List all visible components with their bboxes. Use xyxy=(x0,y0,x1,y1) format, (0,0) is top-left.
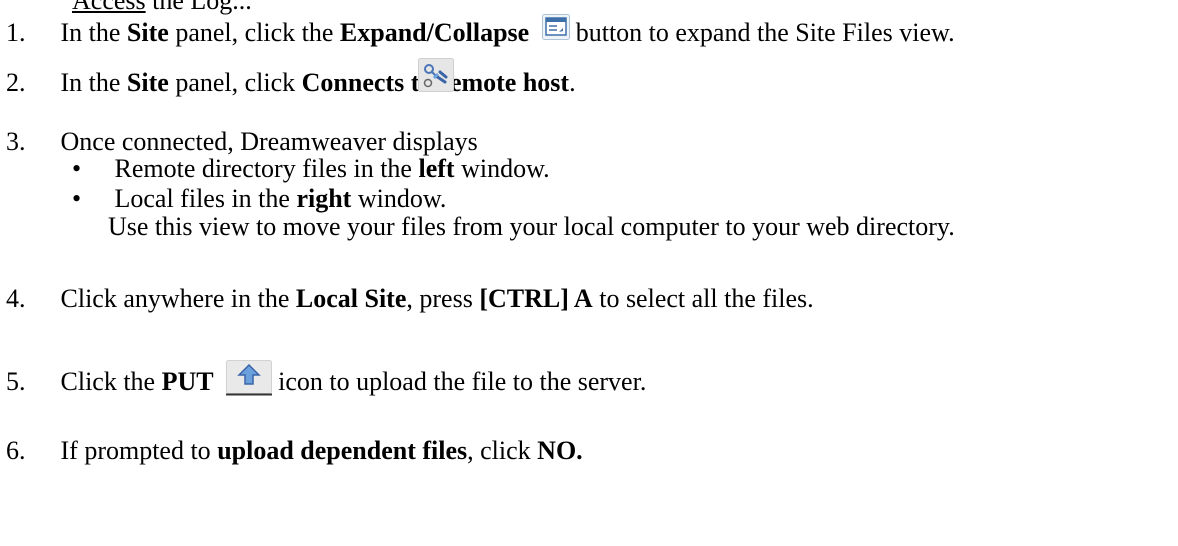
bullet-item: • Local files in the right window. xyxy=(72,184,447,213)
bullet-icon: • xyxy=(72,154,82,183)
step-1: 1. In the Site panel, click the Expand/C… xyxy=(6,14,955,48)
step-number: 4. xyxy=(6,284,26,313)
step-3-extra: Use this view to move your files from yo… xyxy=(108,212,955,241)
bullet-icon: • xyxy=(72,184,82,213)
put-upload-arrow-icon xyxy=(226,360,273,396)
step-3: 3. Once connected, Dreamweaver displays xyxy=(6,127,478,156)
header-fragment: Access the Log... xyxy=(72,0,252,16)
connect-plug-icon xyxy=(418,58,454,92)
step-6: 6. If prompted to upload dependent files… xyxy=(6,436,583,465)
bullet-item: • Remote directory files in the left win… xyxy=(72,154,550,183)
expand-collapse-icon xyxy=(541,14,570,41)
header-rest: the Log... xyxy=(152,0,252,15)
header-underlined: Access xyxy=(72,0,146,15)
step-4: 4. Click anywhere in the Local Site, pre… xyxy=(6,284,814,313)
step-number: 1. xyxy=(6,18,26,47)
step-number: 6. xyxy=(6,436,26,465)
step-number: 5. xyxy=(6,366,26,396)
step-number: 2. xyxy=(6,68,26,97)
step-5: 5. Click the PUT icon to upload the file… xyxy=(6,360,646,402)
step-number: 3. xyxy=(6,127,26,156)
step-2: 2. In the Site panel, click Connects to … xyxy=(6,68,576,97)
